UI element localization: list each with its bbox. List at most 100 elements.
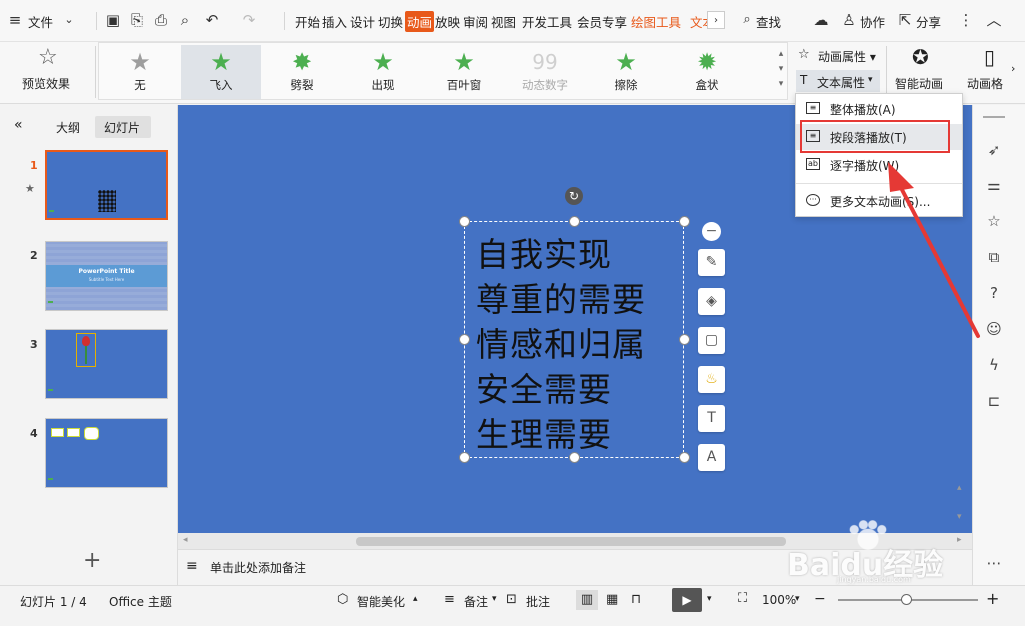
tab-view[interactable]: 视图 [491,12,516,31]
text-line[interactable]: 生理需要 [476,408,612,456]
more-tabs-icon[interactable]: › [707,11,725,29]
slide-thumbnail-1[interactable] [45,150,168,220]
tab-member[interactable]: 会员专享 [577,12,627,31]
notes-placeholder[interactable]: 单击此处添加备注 [210,559,306,576]
notes-toggle-button[interactable]: 备注 [464,593,488,610]
preview-effect-button[interactable]: ☆ 预览效果 [0,42,95,102]
share-button[interactable]: 分享 [916,12,941,31]
print-preview-icon[interactable]: ⌕ [176,11,194,29]
print-icon[interactable]: ⎙ [152,11,170,29]
resize-handle[interactable] [569,216,580,227]
slide-thumbnail-2[interactable]: PowerPoint Title Subtitle Text Here [45,241,168,311]
undo-icon[interactable]: ↶ [203,11,221,29]
tab-transition[interactable]: 切换 [378,12,403,31]
redo-icon[interactable]: ↷ [240,11,258,29]
more-tools-icon[interactable]: ⋯ [985,554,1003,572]
effect-box[interactable]: ✹ 盒状 [667,45,747,99]
gallery-scroll-buttons[interactable]: ▴ ▾ ▾ [775,47,787,92]
anim-props-button[interactable]: 动画属性 ▾ [818,48,876,65]
lightning-icon[interactable]: ϟ [985,356,1003,374]
rocket-icon[interactable]: ➶ [985,141,1003,159]
fill-color-icon[interactable]: ◈ [698,288,725,315]
search-button[interactable]: 查找 [756,12,781,31]
scroll-up-icon[interactable]: ▴ [957,483,962,493]
hamburger-menu-icon[interactable]: ≡ [6,11,24,29]
normal-view-icon[interactable]: ▥ [576,590,598,610]
effect-appear[interactable]: ★ 出现 [343,45,423,99]
resize-handle[interactable] [569,452,580,463]
text-style-icon[interactable]: A [698,444,725,471]
tab-outline[interactable]: 大纲 [56,119,80,136]
chevron-down-icon[interactable]: ▾ [492,594,497,604]
play-slideshow-icon[interactable]: ▶ [672,588,702,612]
tab-animation[interactable]: 动画 [405,11,435,32]
effect-split[interactable]: ✸ 劈裂 [262,45,342,99]
ribbon-scroll-right-icon[interactable]: › [1011,62,1015,75]
smart-anim-button[interactable]: ✪ 智能动画 [890,42,952,100]
resize-handle[interactable] [459,216,470,227]
resize-handle[interactable] [679,334,690,345]
menu-item-play-all[interactable]: ≡ 整体播放(A) [796,96,962,122]
collapse-ribbon-icon[interactable]: ︿ [985,11,1003,29]
chevron-down-icon[interactable]: ▾ [707,594,712,604]
smart-beautify-button[interactable]: 智能美化 [357,593,405,610]
collapse-panel-icon[interactable]: « [14,117,23,133]
collab-icon[interactable]: ♙ [840,11,858,29]
bulb-icon[interactable]: ♨ [698,366,725,393]
text-line[interactable]: 情感和归属 [476,318,646,366]
text-line[interactable]: 自我实现 [476,228,612,276]
text-props-button[interactable]: T 文本属性 ▾ [796,70,880,92]
style-brush-icon[interactable]: ✎ [698,249,725,276]
rotate-handle-icon[interactable]: ↻ [565,187,583,205]
effect-fly-in[interactable]: ★ 飞入 [181,45,261,99]
theme-name[interactable]: Office 主题 [109,593,172,610]
tab-slideshow[interactable]: 放映 [435,12,460,31]
tab-developer[interactable]: 开发工具 [522,12,572,31]
tab-design[interactable]: 设计 [350,12,375,31]
slide-thumbnail-3[interactable] [45,329,168,399]
tab-drawing-tools[interactable]: 绘图工具 [631,12,681,31]
text-box-icon[interactable]: T [698,405,725,432]
fit-window-icon[interactable]: ⛶ [738,591,747,606]
comment-button[interactable]: 批注 [526,593,550,610]
resize-handle[interactable] [679,216,690,227]
text-line[interactable]: 尊重的需要 [476,273,646,321]
effect-none[interactable]: ★ 无 [100,45,180,99]
resize-handle[interactable] [459,452,470,463]
outline-icon[interactable]: ▢ [698,327,725,354]
share-icon[interactable]: ⇱ [896,11,914,29]
resize-handle[interactable] [679,452,690,463]
grid-view-icon[interactable]: ▦ [606,592,618,607]
file-dropdown-chevron-icon[interactable]: ⌄ [60,11,78,29]
tab-slides[interactable]: 幻灯片 [95,116,151,138]
slide-thumbnail-4[interactable] [45,418,168,488]
chevron-up-icon[interactable]: ▴ [413,594,418,604]
zoom-in-icon[interactable]: + [986,589,999,608]
effect-dynamic-number[interactable]: 99 动态数字 [505,45,585,99]
zoom-slider-thumb[interactable] [901,594,912,605]
anim-pane-button[interactable]: ▯ 动画格 [962,42,1010,100]
reading-view-icon[interactable]: ⊓ [631,592,641,607]
tab-insert[interactable]: 插入 [322,12,347,31]
save-icon[interactable]: ▣ [104,11,122,29]
search-icon[interactable]: ⌕ [738,11,756,29]
add-slide-icon[interactable]: + [83,548,101,573]
effect-blinds[interactable]: ★ 百叶窗 [424,45,504,99]
export-icon[interactable]: ⎘ [128,11,146,29]
book-icon[interactable]: ⊏ [985,392,1003,410]
zoom-out-icon[interactable]: − [814,591,826,607]
file-menu[interactable]: 文件 [28,12,53,31]
effect-wipe[interactable]: ★ 擦除 [586,45,666,99]
scroll-left-icon[interactable]: ◂ [183,535,188,545]
horizontal-scrollbar[interactable] [356,537,786,546]
chevron-down-icon[interactable]: ▾ [795,594,800,604]
resize-handle[interactable] [459,334,470,345]
more-icon[interactable]: ⋮ [957,11,975,29]
tab-review[interactable]: 审阅 [463,12,488,31]
collapse-tools-icon[interactable]: − [702,222,721,241]
zoom-level[interactable]: 100% [762,593,796,607]
tab-home[interactable]: 开始 [295,12,320,31]
text-line[interactable]: 安全需要 [476,363,612,411]
cloud-icon[interactable]: ☁ [812,11,830,29]
collab-button[interactable]: 协作 [860,12,885,31]
